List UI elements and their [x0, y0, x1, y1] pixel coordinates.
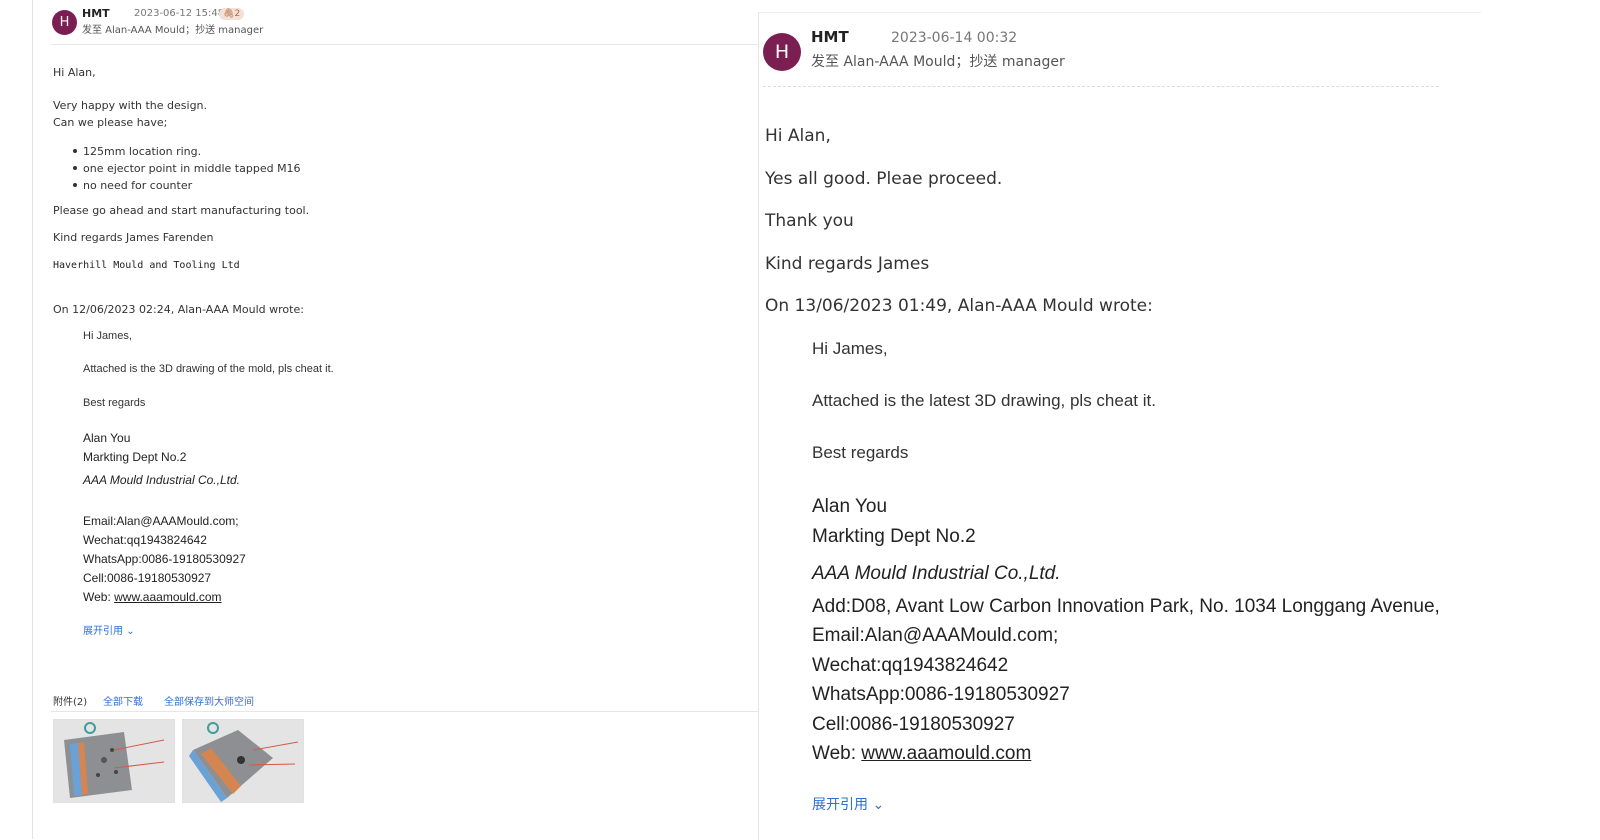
body-line: Thank you: [765, 211, 854, 231]
quoted-wechat: Wechat:qq1943824642: [812, 655, 1009, 676]
signature-regards: Kind regards James: [765, 254, 930, 274]
list-item: one ejector point in middle tapped M16: [53, 160, 301, 177]
quoted-greeting: Hi James,: [812, 339, 888, 358]
greeting: Hi Alan,: [765, 126, 831, 146]
attachment-count-badge[interactable]: 🖇2: [219, 8, 245, 20]
quoted-best-regards: Best regards: [83, 397, 146, 409]
requests-list: 125mm location ring. one ejector point i…: [53, 143, 301, 194]
attachments-divider: [51, 711, 759, 712]
quoted-web: Web: www.aaamould.com: [83, 590, 222, 604]
download-all-link[interactable]: 全部下载: [103, 693, 143, 708]
body-line: Very happy with the design.: [53, 99, 208, 112]
recipients-line: 发至 Alan-AAA Mould；抄送 manager: [82, 25, 264, 36]
quoted-company: AAA Mould Industrial Co.,Ltd.: [83, 473, 240, 487]
quoted-company: AAA Mould Industrial Co.,Ltd.: [812, 563, 1061, 584]
quoted-wechat: Wechat:qq1943824642: [83, 533, 207, 547]
sender-avatar[interactable]: H: [763, 33, 801, 71]
email-date: 2023-06-14 00:32: [891, 30, 1018, 46]
quoted-line: Attached is the 3D drawing of the mold, …: [83, 363, 334, 375]
signature-company: Haverhill Mould and Tooling Ltd: [53, 260, 240, 271]
quoted-email: Email:Alan@AAAMould.com;: [83, 514, 239, 528]
expand-quote-link[interactable]: 展开引用 ⌄: [812, 794, 884, 814]
web-label: Web:: [83, 590, 115, 604]
quoted-web: Web: www.aaamould.com: [812, 743, 1031, 765]
quoted-dept: Markting Dept No.2: [812, 526, 976, 547]
attachment-thumbnail[interactable]: [53, 719, 175, 803]
sender-name[interactable]: HMT: [82, 7, 110, 20]
header-divider: [763, 86, 1439, 87]
quoted-dept: Markting Dept No.2: [83, 450, 187, 464]
save-all-link[interactable]: 全部保存到大师空间: [164, 693, 254, 708]
email-panel-left: H HMT 2023-06-12 15:48 🖇2 发至 Alan-AAA Mo…: [32, 0, 759, 839]
paperclip-icon: 🖇: [223, 9, 235, 19]
quoted-name: Alan You: [812, 496, 888, 517]
web-label: Web:: [812, 743, 862, 764]
mold-drawing-image: [54, 720, 174, 802]
quoted-name: Alan You: [83, 431, 131, 445]
chevron-down-icon: ⌄: [872, 797, 885, 813]
attachment-thumbnail[interactable]: [182, 719, 304, 803]
web-link[interactable]: www.aaamould.com: [114, 590, 221, 604]
quote-header: On 12/06/2023 02:24, Alan-AAA Mould wrot…: [53, 303, 304, 316]
quoted-cell: Cell:0086-19180530927: [812, 714, 1015, 735]
quoted-address: Add:D08, Avant Low Carbon Innovation Par…: [812, 596, 1440, 617]
attachments-label: 附件(2): [53, 697, 88, 708]
email-date: 2023-06-12 15:48: [134, 8, 225, 19]
mold-drawing-image: [183, 720, 303, 802]
quoted-email: Email:Alan@AAAMould.com;: [812, 625, 1059, 646]
chevron-down-icon: ⌄: [126, 626, 135, 637]
quoted-whatsapp: WhatsApp:0086-19180530927: [83, 552, 246, 566]
header-divider: [51, 44, 759, 45]
greeting: Hi Alan,: [53, 66, 96, 79]
body-line: Please go ahead and start manufacturing …: [53, 204, 310, 217]
quoted-cell: Cell:0086-19180530927: [83, 571, 212, 585]
expand-quote-label: 展开引用: [812, 797, 868, 813]
attachment-count: 2: [234, 9, 241, 19]
recipients-line: 发至 Alan-AAA Mould；抄送 manager: [811, 54, 1065, 70]
list-item: no need for counter: [53, 177, 301, 194]
body-line: Can we please have;: [53, 116, 168, 129]
quoted-line: Attached is the latest 3D drawing, pls c…: [812, 391, 1156, 410]
body-line: Yes all good. Pleae proceed.: [765, 169, 1003, 189]
expand-quote-label: 展开引用: [83, 626, 123, 637]
expand-quote-link[interactable]: 展开引用 ⌄: [83, 622, 135, 637]
sender-name[interactable]: HMT: [811, 28, 849, 46]
web-link[interactable]: www.aaamould.com: [861, 743, 1031, 764]
quoted-greeting: Hi James,: [83, 330, 132, 342]
sender-avatar[interactable]: H: [52, 10, 77, 35]
list-item: 125mm location ring.: [53, 143, 301, 160]
quoted-best-regards: Best regards: [812, 443, 909, 462]
email-panel-right: H HMT 2023-06-14 00:32 发至 Alan-AAA Mould…: [758, 12, 1481, 840]
quote-header: On 13/06/2023 01:49, Alan-AAA Mould wrot…: [765, 296, 1153, 316]
quoted-whatsapp: WhatsApp:0086-19180530927: [812, 684, 1070, 705]
signature-regards: Kind regards James Farenden: [53, 231, 214, 244]
